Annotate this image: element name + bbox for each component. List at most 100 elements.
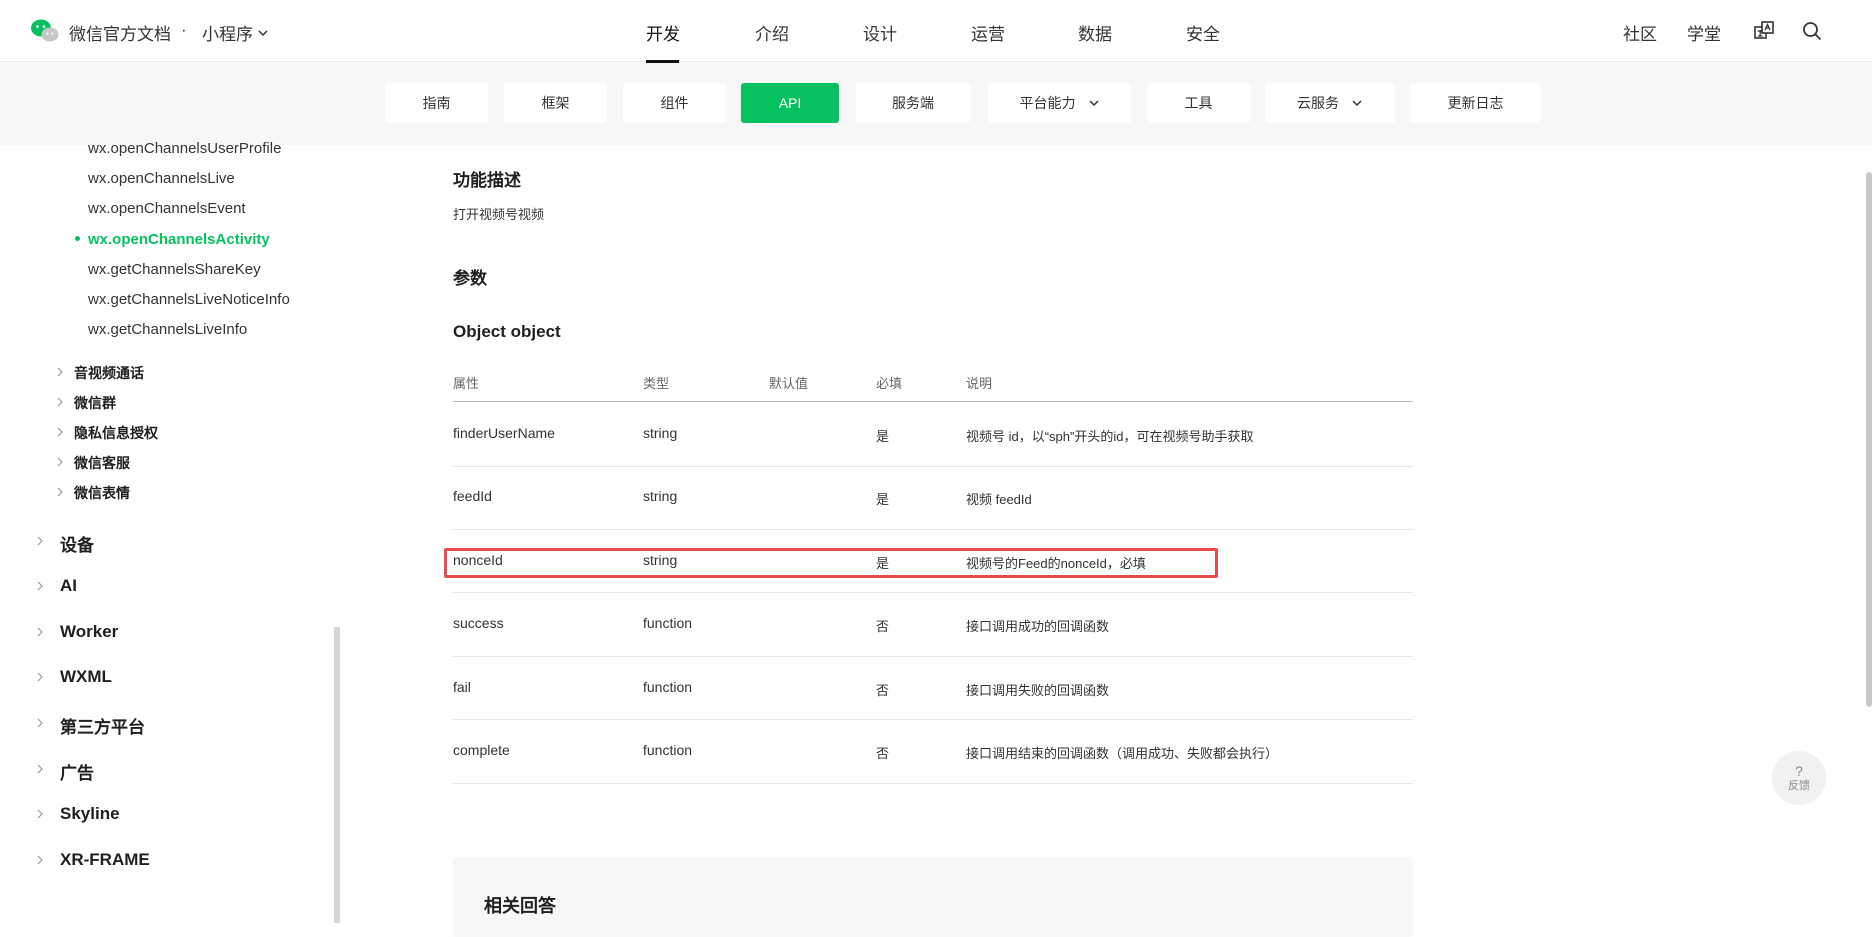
sidebar-group-stickers[interactable]: 微信表情 xyxy=(74,483,130,503)
nav-intro[interactable]: 介绍 xyxy=(755,20,789,45)
table-cell-required: 否 xyxy=(876,683,890,698)
nav-develop[interactable]: 开发 xyxy=(646,20,680,45)
chevron-right-icon xyxy=(57,427,63,437)
feedback-label: 反馈 xyxy=(1788,779,1810,792)
chevron-right-icon xyxy=(57,457,63,467)
table-cell-description: 接口调用失败的回调函数 xyxy=(966,683,1110,698)
table-cell-required: 是 xyxy=(876,492,890,507)
sidebar-item-skyline[interactable]: Skyline xyxy=(60,804,120,824)
table-cell-required: 否 xyxy=(876,619,890,634)
chevron-right-icon xyxy=(57,367,63,377)
chevron-right-icon xyxy=(37,672,43,682)
top-bar: 微信官方文档 · 小程序 开发 介绍 设计 运营 数据 安全 社区 学堂 xyxy=(0,0,1872,63)
chevron-right-icon xyxy=(37,581,43,591)
subnav-guide[interactable]: 指南 xyxy=(385,83,488,123)
sidebar-scrollbar[interactable] xyxy=(334,627,340,923)
subnav-cloud-services[interactable]: 云服务 xyxy=(1265,83,1395,123)
subnav-platform-label: 平台能力 xyxy=(1019,95,1076,111)
sidebar-item-worker[interactable]: Worker xyxy=(60,622,118,642)
product-switcher-label: 小程序 xyxy=(202,25,253,44)
chevron-right-icon xyxy=(37,536,43,546)
section-heading-object: Object object xyxy=(453,322,561,341)
sidebar-item-get-channels-live-info[interactable]: wx.getChannelsLiveInfo xyxy=(88,321,247,338)
table-cell-name: success xyxy=(453,615,504,631)
chevron-right-icon xyxy=(37,855,43,865)
table-cell-description: 接口调用结束的回调函数（调用成功、失败都会执行） xyxy=(966,746,1279,761)
wechat-logo-icon[interactable] xyxy=(30,18,60,44)
table-row-divider xyxy=(453,592,1413,593)
table-row-divider xyxy=(453,529,1413,530)
table-cell-required: 是 xyxy=(876,429,890,444)
subnav-components[interactable]: 组件 xyxy=(623,83,726,123)
sidebar-group-av-call[interactable]: 音视频通话 xyxy=(74,363,144,383)
nav-academy[interactable]: 学堂 xyxy=(1687,20,1721,45)
table-cell-description: 视频 feedId xyxy=(966,492,1032,507)
table-cell-name: complete xyxy=(453,742,510,758)
table-cell-type: string xyxy=(643,425,678,441)
chevron-down-icon xyxy=(1088,100,1099,107)
table-header-type: 类型 xyxy=(643,376,670,391)
chevron-right-icon xyxy=(37,718,43,728)
section-heading-function: 功能描述 xyxy=(453,171,521,190)
sidebar-item-ai[interactable]: AI xyxy=(60,576,77,596)
sidebar-item-open-channels-activity[interactable]: wx.openChannelsActivity xyxy=(88,231,270,248)
chevron-down-icon xyxy=(258,29,268,36)
nav-data[interactable]: 数据 xyxy=(1078,20,1112,45)
sidebar-group-privacy[interactable]: 隐私信息授权 xyxy=(74,423,158,443)
sidebar-item-ads[interactable]: 广告 xyxy=(60,759,94,784)
brand-title[interactable]: 微信官方文档 xyxy=(69,20,171,45)
table-cell-name: finderUserName xyxy=(453,425,555,441)
table-row-divider xyxy=(453,656,1413,657)
subnav-platform-capabilities[interactable]: 平台能力 xyxy=(988,83,1131,123)
chevron-right-icon xyxy=(57,397,63,407)
sidebar-item-device[interactable]: 设备 xyxy=(60,531,94,556)
related-answers-title: 相关回答 xyxy=(484,896,556,916)
table-cell-type: function xyxy=(643,742,693,758)
highlight-box xyxy=(444,548,1218,578)
table-row-divider xyxy=(453,783,1413,784)
sidebar-item-open-channels-user-profile[interactable]: wx.openChannelsUserProfile xyxy=(88,140,281,157)
chevron-right-icon xyxy=(37,809,43,819)
table-cell-type: string xyxy=(643,488,678,504)
sidebar-item-third-party-platform[interactable]: 第三方平台 xyxy=(60,713,145,738)
table-header-required: 必填 xyxy=(876,376,903,391)
feedback-button[interactable]: ? 反馈 xyxy=(1772,751,1826,805)
sidebar-item-get-channels-share-key[interactable]: wx.getChannelsShareKey xyxy=(88,261,261,278)
page-scrollbar[interactable] xyxy=(1866,172,1872,707)
nav-security[interactable]: 安全 xyxy=(1186,20,1220,45)
subnav-changelog[interactable]: 更新日志 xyxy=(1410,83,1541,123)
subnav-api[interactable]: API xyxy=(741,83,839,123)
function-description: 打开视频号视频 xyxy=(453,207,545,222)
subnav-framework[interactable]: 框架 xyxy=(504,83,607,123)
sidebar-item-wxml[interactable]: WXML xyxy=(60,667,112,687)
nav-operation[interactable]: 运营 xyxy=(971,20,1005,45)
product-switcher[interactable]: 小程序 xyxy=(202,20,269,45)
table-header-default: 默认值 xyxy=(769,376,809,391)
sidebar-group-wechat-group[interactable]: 微信群 xyxy=(74,393,116,413)
chevron-right-icon xyxy=(57,487,63,497)
table-cell-description: 视频号 id，以“sph”开头的id，可在视频号助手获取 xyxy=(966,429,1254,444)
table-cell-required: 否 xyxy=(876,746,890,761)
brand-separator: · xyxy=(181,20,187,39)
search-icon[interactable] xyxy=(1800,19,1824,43)
table-row-divider xyxy=(453,719,1413,720)
nav-community[interactable]: 社区 xyxy=(1623,20,1657,45)
sidebar-group-customer-service[interactable]: 微信客服 xyxy=(74,453,130,473)
sidebar-item-open-channels-event[interactable]: wx.openChannelsEvent xyxy=(88,200,246,217)
translate-icon[interactable] xyxy=(1752,19,1776,43)
sidebar-item-open-channels-live[interactable]: wx.openChannelsLive xyxy=(88,170,235,187)
table-cell-type: function xyxy=(643,679,693,695)
table-cell-name: feedId xyxy=(453,488,492,504)
help-icon: ? xyxy=(1795,762,1803,779)
sidebar-item-get-channels-live-notice-info[interactable]: wx.getChannelsLiveNoticeInfo xyxy=(88,291,290,308)
chevron-down-icon xyxy=(1352,100,1362,107)
subnav-tools[interactable]: 工具 xyxy=(1147,83,1250,123)
sidebar-item-xr-frame[interactable]: XR-FRAME xyxy=(60,850,150,870)
nav-design[interactable]: 设计 xyxy=(863,20,897,45)
subnav-cloud-label: 云服务 xyxy=(1297,95,1339,111)
active-item-bullet xyxy=(75,236,80,241)
subnav-server[interactable]: 服务端 xyxy=(856,83,970,123)
table-cell-description: 接口调用成功的回调函数 xyxy=(966,619,1110,634)
table-cell-name: fail xyxy=(453,679,471,695)
section-heading-params: 参数 xyxy=(453,269,487,288)
